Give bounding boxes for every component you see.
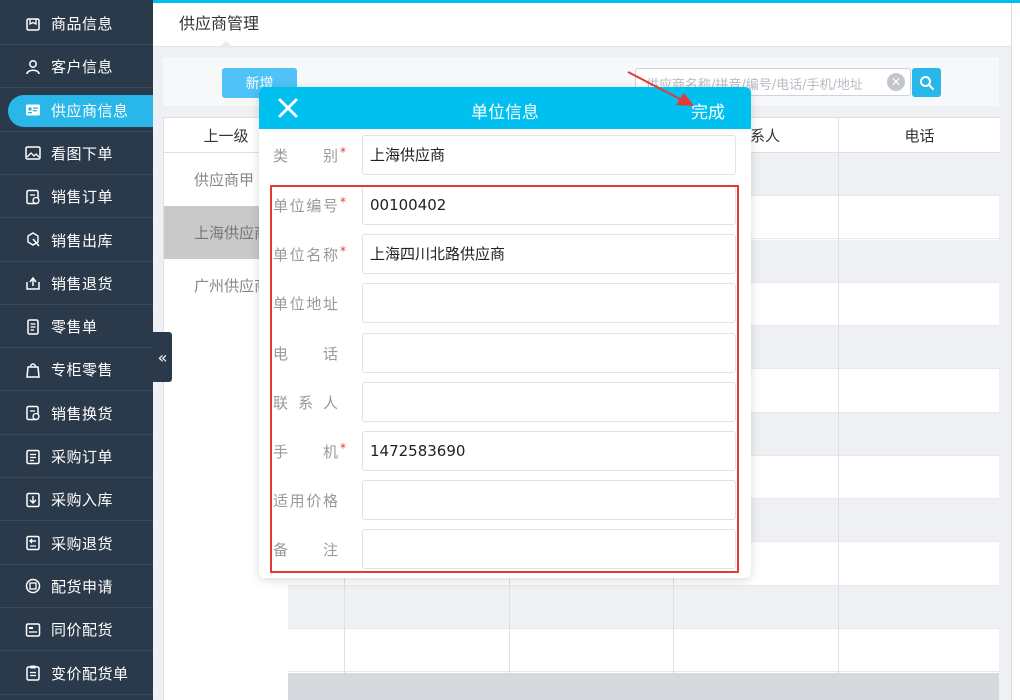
sidebar-item-14[interactable]: 同价配货 xyxy=(0,609,153,652)
required-mark: * xyxy=(340,244,346,258)
sidebar-item-label: 销售订单 xyxy=(51,188,114,207)
field-label: 手机 xyxy=(273,443,338,461)
receipt-icon xyxy=(24,318,42,336)
image-icon xyxy=(24,144,42,162)
field-label: 单位地址 xyxy=(273,295,338,313)
sidebar-item-15[interactable]: 变价配货单 xyxy=(0,653,153,695)
price-change-icon xyxy=(24,664,42,682)
field-input-1[interactable]: 00100402 xyxy=(362,185,736,225)
field-label: 类别 xyxy=(273,147,338,165)
sidebar-item-label: 采购订单 xyxy=(51,448,114,466)
sidebar-item-4[interactable]: 销售订单 xyxy=(0,176,153,219)
sidebar-item-label: 同价配货 xyxy=(51,621,114,640)
sidebar-item-label: 商品信息 xyxy=(51,15,114,33)
sidebar-item-label: 采购退货 xyxy=(51,534,114,553)
purchase-return-icon xyxy=(24,534,42,552)
sidebar-item-5[interactable]: 销售出库 xyxy=(0,220,153,262)
form-row: 适用价格 xyxy=(259,480,751,520)
sidebar-item-11[interactable]: 采购入库 xyxy=(0,479,153,522)
required-mark: * xyxy=(340,195,346,209)
import-icon xyxy=(24,491,42,509)
field-input-2[interactable]: 上海四川北路供应商 xyxy=(362,234,736,274)
column-header-phone[interactable]: 电话 xyxy=(839,118,1000,153)
field-label: 备注 xyxy=(273,541,338,559)
sidebar-item-label: 供应商信息 xyxy=(51,101,129,120)
field-label: 单位编号 xyxy=(273,197,338,215)
sidebar-item-10[interactable]: 采购订单 xyxy=(0,436,153,478)
form-row: 单位编号 * 00100402 xyxy=(259,185,751,225)
form-row: 单位名称 * 上海四川北路供应商 xyxy=(259,234,751,274)
field-input-8[interactable] xyxy=(362,529,736,569)
form-row: 类别 * 上海供应商 xyxy=(259,135,751,175)
field-label: 适用价格 xyxy=(273,492,338,510)
sidebar-item-3[interactable]: 看图下单 xyxy=(0,133,153,175)
sidebar-item-12[interactable]: 采购退货 xyxy=(0,523,153,565)
table-row[interactable] xyxy=(288,586,999,629)
title-notch xyxy=(219,41,233,48)
sidebar-item-1[interactable]: 客户信息 xyxy=(0,46,153,89)
required-mark: * xyxy=(340,145,346,159)
sidebar-item-label: 客户信息 xyxy=(51,58,114,77)
id-card-icon xyxy=(24,101,42,119)
sidebar-item-9[interactable]: 销售换货 xyxy=(0,393,153,435)
page-title: 供应商管理 xyxy=(179,14,260,33)
sidebar-item-label: 销售换货 xyxy=(51,404,114,423)
double-chevron-left-icon: « xyxy=(157,347,168,367)
sidebar-item-6[interactable]: 销售退货 xyxy=(0,263,153,305)
sidebar-item-2[interactable]: 供应商信息 xyxy=(0,90,158,132)
sidebar: 商品信息客户信息供应商信息看图下单销售订单销售出库销售退货零售单专柜零售销售换货… xyxy=(0,0,158,700)
sidebar-item-13[interactable]: 配货申请 xyxy=(0,566,153,608)
dialog-header: 单位信息 完成 xyxy=(259,87,751,129)
sidebar-item-label: 销售退货 xyxy=(51,274,114,293)
field-input-0[interactable]: 上海供应商 xyxy=(362,135,736,175)
sidebar-item-label: 销售出库 xyxy=(51,231,114,250)
field-input-5[interactable] xyxy=(362,382,736,422)
purchase-order-icon xyxy=(24,448,42,466)
sidebar-item-label: 专柜零售 xyxy=(51,361,114,380)
required-mark: * xyxy=(340,441,346,455)
order-icon xyxy=(24,188,42,206)
column-divider xyxy=(838,153,839,673)
sidebar-item-0[interactable]: 商品信息 xyxy=(0,3,153,45)
sidebar-item-label: 看图下单 xyxy=(51,144,114,163)
dialog-title: 单位信息 xyxy=(471,103,539,123)
form-row: 电话 xyxy=(259,333,751,373)
form-row: 备注 xyxy=(259,529,751,569)
clear-icon[interactable]: ✕ xyxy=(887,73,905,91)
sidebar-item-label: 零售单 xyxy=(51,318,98,337)
field-input-6[interactable]: 1472583690 xyxy=(362,431,736,471)
sidebar-item-8[interactable]: 专柜零售 xyxy=(0,349,153,392)
form-row: 联系人 xyxy=(259,382,751,422)
field-input-4[interactable] xyxy=(362,333,736,373)
sidebar-item-label: 采购入库 xyxy=(51,491,114,510)
done-button[interactable]: 完成 xyxy=(691,98,725,123)
dispatch-icon xyxy=(24,577,42,595)
field-label: 联系人 xyxy=(273,394,338,412)
export-icon xyxy=(24,231,42,249)
field-input-7[interactable] xyxy=(362,480,736,520)
sidebar-item-7[interactable]: 零售单 xyxy=(0,306,153,349)
table-row[interactable] xyxy=(288,629,999,673)
unit-info-dialog: 单位信息 完成 类别 * 上海供应商单位编号 * 00100402 单位名称 * 上海四川北路… xyxy=(259,87,751,578)
page-header: 供应商管理 xyxy=(153,3,1011,48)
field-input-3[interactable] xyxy=(362,283,736,323)
right-edge xyxy=(1011,3,1020,700)
form-row: 单位地址 xyxy=(259,283,751,323)
return-icon xyxy=(24,274,42,292)
sidebar-item-label: 配货申请 xyxy=(51,577,114,596)
collapse-sidebar-button[interactable]: « xyxy=(153,332,172,382)
field-label: 单位名称 xyxy=(273,246,338,264)
box-icon xyxy=(24,15,42,33)
exchange-icon xyxy=(24,404,42,422)
bag-icon xyxy=(24,361,42,379)
user-icon xyxy=(24,58,42,76)
field-label: 电话 xyxy=(273,345,338,363)
sidebar-item-label: 变价配货单 xyxy=(51,664,129,683)
search-icon xyxy=(919,75,934,90)
search-button[interactable] xyxy=(912,68,941,97)
table-footer xyxy=(288,673,999,700)
same-price-icon xyxy=(24,621,42,639)
form-row: 手机 * 1472583690 xyxy=(259,431,751,471)
